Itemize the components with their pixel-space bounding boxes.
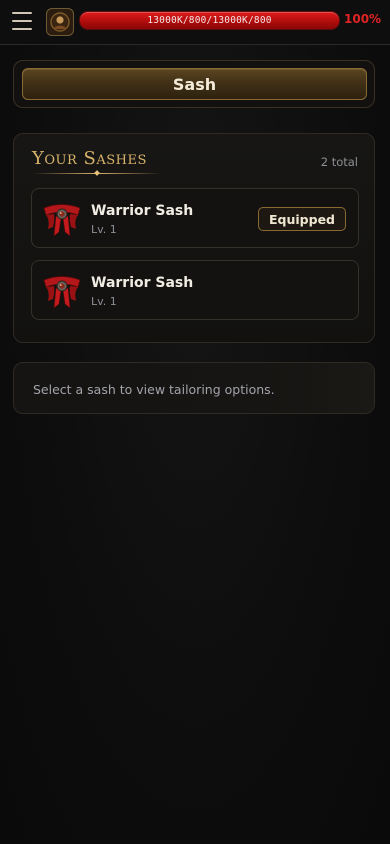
item-name: Warrior Sash xyxy=(91,203,194,219)
red-sash-icon xyxy=(42,202,82,238)
red-sash-icon xyxy=(42,274,82,310)
health-bar-text: 13000K/800/13000K/800 xyxy=(147,15,272,26)
hamburger-menu-icon[interactable] xyxy=(12,12,32,30)
health-percent: 100% xyxy=(344,12,382,26)
item-level: Lv. 1 xyxy=(91,295,117,308)
sash-header-card: Sash xyxy=(13,60,375,108)
equipped-badge: Equipped xyxy=(258,207,346,231)
sash-title-button[interactable]: Sash xyxy=(22,68,367,100)
section-title: Your Sashes xyxy=(32,148,147,169)
health-bar: 13000K/800/13000K/800 xyxy=(79,11,340,30)
title-gem-ornament xyxy=(94,170,100,176)
character-portrait-icon[interactable] xyxy=(46,8,74,36)
total-count: 2 total xyxy=(320,155,358,169)
your-sashes-card: Your Sashes 2 total Warrior Sash Lv. 1 E… xyxy=(13,133,375,343)
item-name: Warrior Sash xyxy=(91,275,194,291)
info-message: Select a sash to view tailoring options. xyxy=(33,382,275,397)
top-bar: 13000K/800/13000K/800 100% xyxy=(0,0,390,45)
item-level: Lv. 1 xyxy=(91,223,117,236)
sash-list-item[interactable]: Warrior Sash Lv. 1 xyxy=(31,260,359,320)
sash-list-item[interactable]: Warrior Sash Lv. 1 Equipped xyxy=(31,188,359,248)
tailoring-info-card: Select a sash to view tailoring options. xyxy=(13,362,375,414)
